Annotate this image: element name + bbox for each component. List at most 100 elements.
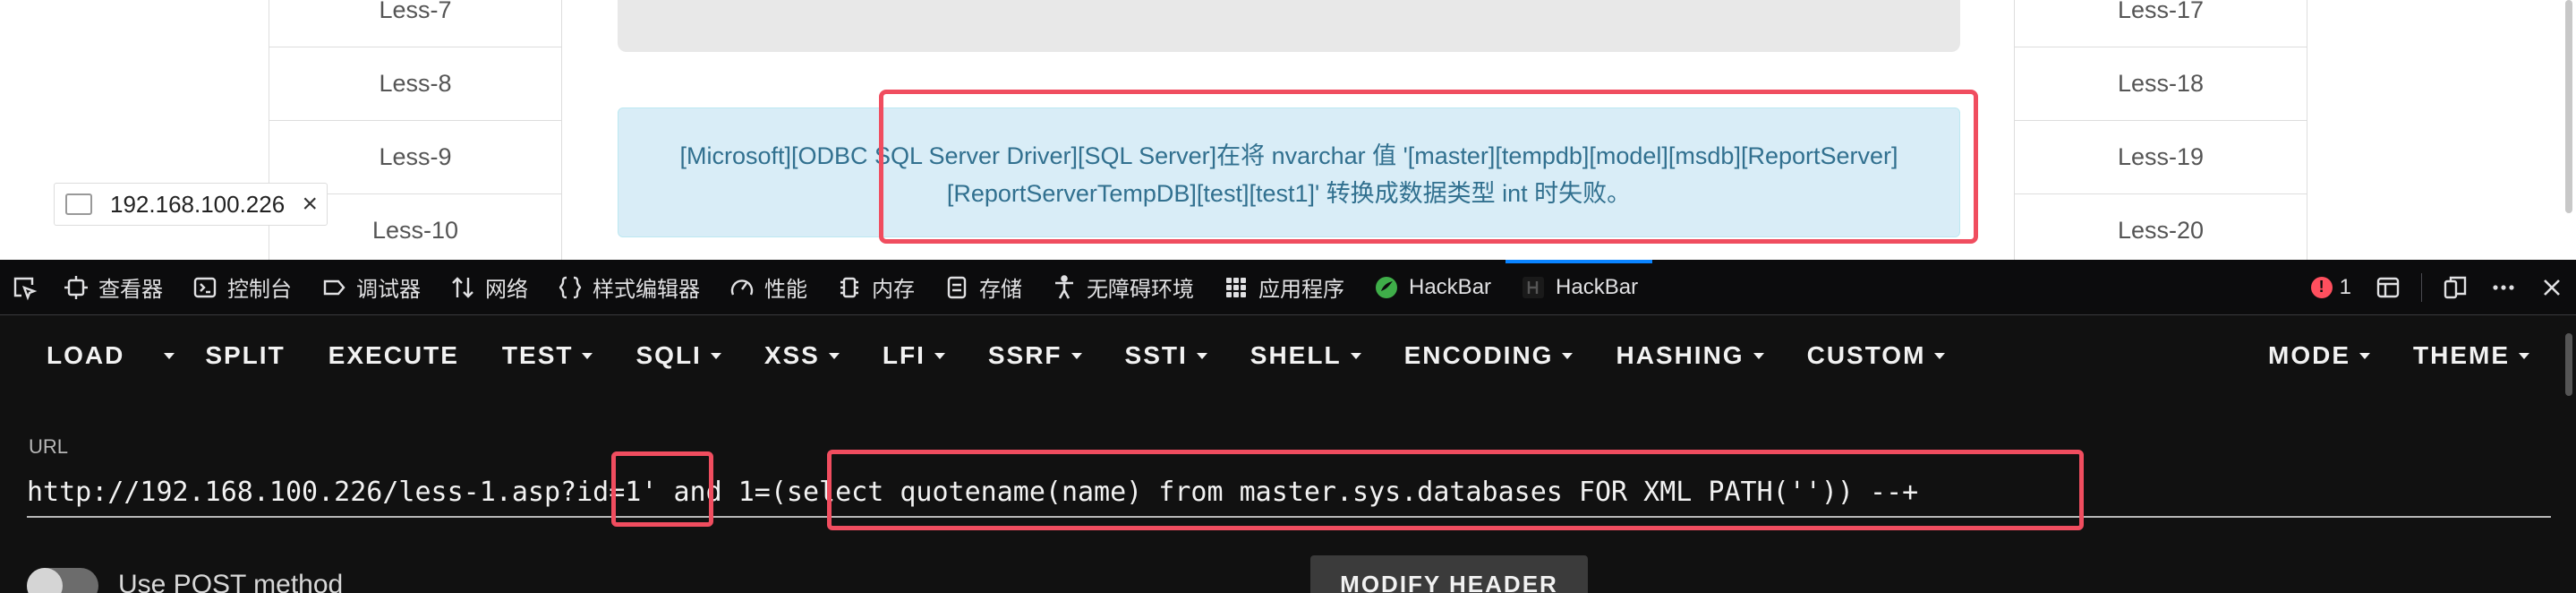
more-icon — [2493, 284, 2514, 290]
menu-label: HASHING — [1616, 341, 1744, 369]
modify-header-button[interactable]: MODIFY HEADER — [1310, 555, 1588, 593]
lesson-link[interactable]: Less-18 — [2015, 47, 2307, 120]
menu-label: SSRF — [987, 341, 1062, 369]
xss-menu[interactable]: XSS — [743, 315, 861, 396]
caret-down-icon — [710, 352, 721, 359]
tab-label: HackBar — [1556, 274, 1639, 299]
storage-icon — [947, 276, 967, 298]
menu-label: CUSTOM — [1806, 341, 1926, 369]
performance-icon — [730, 279, 754, 295]
ssrf-menu[interactable]: SSRF — [967, 315, 1104, 396]
post-method-toggle[interactable] — [27, 568, 98, 593]
menu-label: MODE — [2268, 341, 2350, 369]
lfi-menu[interactable]: LFI — [861, 315, 967, 396]
network-icon — [452, 276, 473, 298]
screen: Less-7 Less-8 Less-9 Less-10 Less-17 Les… — [0, 0, 2576, 593]
tab-label: 无障碍环境 — [1087, 278, 1194, 302]
tab-application[interactable]: 应用程序 — [1208, 260, 1359, 315]
split-console-button[interactable] — [2364, 260, 2412, 315]
caret-down-icon — [1350, 352, 1361, 359]
sqli-menu[interactable]: SQLI — [614, 315, 742, 396]
tab-inspector[interactable]: 查看器 — [48, 260, 177, 315]
devtools-toolbar: 查看器 控制台 调试器 网络 样式编辑器 性能 内存 存储 无障碍环境 应用程序… — [0, 259, 2576, 315]
accessibility-icon — [1055, 274, 1073, 299]
error-count: 1 — [2339, 274, 2351, 299]
tab-label: 存储 — [979, 278, 1022, 302]
tab-hackbar-1[interactable]: HackBar — [1359, 260, 1506, 315]
highlight-box-payload — [827, 450, 2084, 530]
execute-button[interactable]: EXECUTE — [307, 315, 481, 396]
web-page: Less-7 Less-8 Less-9 Less-10 Less-17 Les… — [0, 0, 2576, 260]
caret-down-icon — [828, 352, 840, 359]
tab-label: 控制台 — [227, 278, 292, 302]
menu-label: SSTI — [1124, 341, 1188, 369]
highlight-box-error — [879, 90, 1978, 244]
lesson-link[interactable]: Less-8 — [269, 47, 561, 120]
tab-accessibility[interactable]: 无障碍环境 — [1036, 260, 1208, 315]
post-method-label: Use POST method — [118, 570, 344, 593]
dock-button[interactable] — [2431, 260, 2479, 315]
caret-down-icon — [1562, 352, 1574, 359]
tab-label: 性能 — [764, 278, 807, 302]
custom-menu[interactable]: CUSTOM — [1786, 315, 1967, 396]
ip-tooltip: 192.168.100.226 × — [54, 183, 328, 226]
tab-debugger[interactable]: 调试器 — [306, 260, 435, 315]
mode-menu[interactable]: MODE — [2247, 315, 2392, 396]
page-scrollbar[interactable] — [2565, 0, 2572, 213]
load-dropdown-button[interactable] — [146, 315, 183, 396]
tab-network[interactable]: 网络 — [435, 260, 542, 315]
tab-memory[interactable]: 内存 — [822, 260, 929, 315]
tab-label: 网络 — [485, 278, 528, 302]
menu-label: ENCODING — [1403, 341, 1554, 369]
caret-down-icon — [1070, 352, 1082, 359]
tab-storage[interactable]: 存储 — [929, 260, 1036, 315]
application-icon — [1226, 277, 1246, 297]
test-menu[interactable]: TEST — [481, 315, 615, 396]
caret-down-icon — [1196, 352, 1207, 359]
lesson-link[interactable]: Less-19 — [2015, 120, 2307, 193]
tab-console[interactable]: 控制台 — [177, 260, 306, 315]
hackbar-icon — [1523, 276, 1545, 298]
tab-label: 样式编辑器 — [593, 278, 700, 302]
url-label: URL — [29, 435, 69, 458]
menu-label: TEST — [501, 341, 574, 369]
content-panel — [618, 0, 1960, 52]
theme-menu[interactable]: THEME — [2392, 315, 2576, 396]
error-icon: ! — [2310, 276, 2333, 298]
load-button[interactable]: LOAD — [0, 315, 146, 396]
caret-down-icon — [934, 352, 945, 359]
more-options-button[interactable] — [2479, 260, 2528, 315]
menu-label: SHELL — [1250, 341, 1342, 369]
toolbar-divider — [2421, 272, 2422, 302]
lesson-link[interactable]: Less-7 — [269, 0, 561, 47]
menu-label: THEME — [2413, 341, 2510, 369]
devtools-toolbar-right: ! 1 — [2299, 260, 2576, 315]
lesson-list-right: Less-17 Less-18 Less-19 Less-20 — [2014, 0, 2307, 260]
error-count-badge[interactable]: ! 1 — [2299, 275, 2364, 300]
close-icon[interactable]: × — [302, 189, 318, 219]
tab-hackbar-2[interactable]: HackBar — [1506, 259, 1653, 315]
dock-icon — [2444, 276, 2467, 298]
caret-down-icon — [582, 352, 593, 359]
ssti-menu[interactable]: SSTI — [1104, 315, 1229, 396]
split-button[interactable]: SPLIT — [183, 315, 306, 396]
element-picker-button[interactable] — [0, 260, 48, 315]
tab-style-editor[interactable]: 样式编辑器 — [542, 260, 714, 315]
tab-label: HackBar — [1409, 274, 1492, 299]
lesson-link[interactable]: Less-17 — [2015, 0, 2307, 47]
shell-menu[interactable]: SHELL — [1229, 315, 1383, 396]
tab-label: 查看器 — [98, 278, 163, 302]
close-devtools-button[interactable] — [2528, 260, 2576, 315]
menu-label: XSS — [763, 341, 820, 369]
hackbar-body: URL http://192.168.100.226/less-1.asp?id… — [0, 396, 2576, 593]
panel-scrollbar[interactable] — [2565, 333, 2572, 396]
lesson-link[interactable]: Less-20 — [2015, 193, 2307, 260]
highlight-box-id-param — [611, 451, 713, 527]
hashing-menu[interactable]: HASHING — [1594, 315, 1785, 396]
tab-label: 应用程序 — [1258, 278, 1344, 302]
inspector-icon — [64, 275, 88, 299]
menu-label: SQLI — [635, 341, 702, 369]
encoding-menu[interactable]: ENCODING — [1383, 315, 1595, 396]
tab-performance[interactable]: 性能 — [714, 260, 822, 315]
split-console-icon — [2376, 277, 2400, 297]
